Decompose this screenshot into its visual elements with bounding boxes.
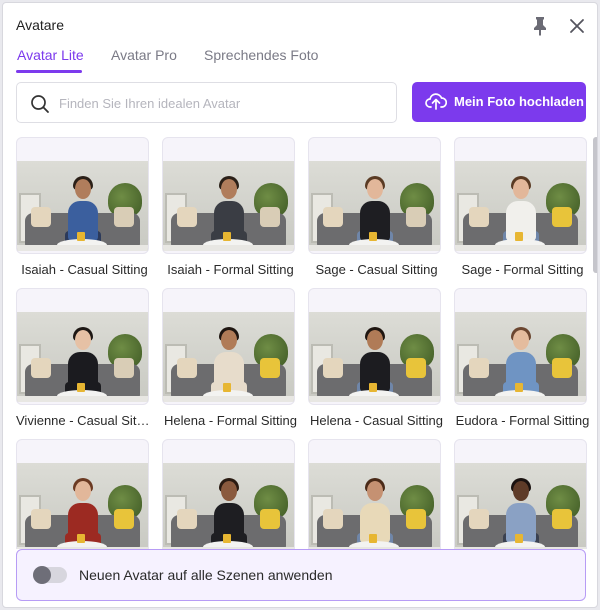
avatar-photo xyxy=(163,312,294,402)
avatar-photo xyxy=(17,463,148,549)
avatar-photo xyxy=(163,161,294,251)
scrollbar[interactable] xyxy=(593,135,597,549)
tab-avatar-pro[interactable]: Avatar Pro xyxy=(111,47,177,63)
avatar-thumbnail xyxy=(308,288,441,405)
avatar-photo xyxy=(455,463,586,549)
panel-header: Avatare xyxy=(3,3,597,47)
apply-all-scenes-toggle[interactable] xyxy=(33,566,67,584)
avatar-grid: Isaiah - Casual Sitting Isaiah - Formal S… xyxy=(3,135,593,549)
tab-sprechendes-foto[interactable]: Sprechendes Foto xyxy=(204,47,318,63)
upload-photo-button[interactable]: Mein Foto hochladen xyxy=(412,82,586,122)
avatar-card[interactable]: Vivienne - Casual Sitting xyxy=(16,288,162,428)
avatar-thumbnail xyxy=(454,137,587,254)
avatar-thumbnail xyxy=(308,439,441,549)
avatar-thumbnail xyxy=(454,439,587,549)
scrollbar-thumb[interactable] xyxy=(593,137,597,273)
avatar-photo xyxy=(455,161,586,251)
avatar-label: Helena - Formal Sitting xyxy=(164,413,297,428)
close-icon[interactable] xyxy=(568,17,586,35)
avatar-card[interactable]: Isaiah - Formal Sitting xyxy=(162,137,308,277)
avatar-thumbnail xyxy=(162,288,295,405)
toggle-knob xyxy=(33,566,51,584)
upload-photo-label: Mein Foto hochladen xyxy=(454,94,584,109)
avatar-thumbnail xyxy=(16,439,149,549)
avatar-label: Sage - Formal Sitting xyxy=(461,262,584,277)
avatar-photo xyxy=(17,312,148,402)
avatar-label: Isaiah - Formal Sitting xyxy=(167,262,294,277)
search-icon xyxy=(31,95,49,113)
active-tab-indicator xyxy=(16,70,82,73)
tab-avatar-lite[interactable]: Avatar Lite xyxy=(17,47,84,63)
avatar-card[interactable] xyxy=(16,439,162,549)
avatar-photo xyxy=(455,312,586,402)
search-box xyxy=(16,82,397,123)
avatar-card[interactable] xyxy=(454,439,593,549)
tab-bar: Avatar Lite Avatar Pro Sprechendes Foto xyxy=(3,43,597,73)
avatar-photo xyxy=(309,312,440,402)
avatar-card[interactable]: Sage - Formal Sitting xyxy=(454,137,593,277)
avatar-thumbnail xyxy=(454,288,587,405)
avatar-thumbnail xyxy=(16,288,149,405)
avatar-card[interactable]: Helena - Formal Sitting xyxy=(162,288,308,428)
search-input[interactable] xyxy=(59,91,379,115)
avatar-photo xyxy=(163,463,294,549)
avatar-photo xyxy=(309,161,440,251)
avatar-thumbnail xyxy=(308,137,441,254)
avatar-photo xyxy=(17,161,148,251)
avatar-card[interactable]: Isaiah - Casual Sitting xyxy=(16,137,162,277)
avatar-label: Isaiah - Casual Sitting xyxy=(21,262,148,277)
avatar-photo xyxy=(309,463,440,549)
panel-title: Avatare xyxy=(16,17,64,33)
avatar-card[interactable]: Eudora - Formal Sitting xyxy=(454,288,593,428)
cloud-upload-icon xyxy=(425,93,447,110)
avatar-thumbnail xyxy=(162,439,295,549)
avatar-label: Eudora - Formal Sitting xyxy=(455,413,590,428)
avatar-thumbnail xyxy=(16,137,149,254)
avatar-panel: Avatare Avatar Lite Avatar Pro Sprechend… xyxy=(2,2,598,608)
avatar-card[interactable] xyxy=(162,439,308,549)
apply-all-scenes-bar: Neuen Avatar auf alle Szenen anwenden xyxy=(16,549,586,601)
avatar-card[interactable]: Sage - Casual Sitting xyxy=(308,137,454,277)
apply-all-scenes-label: Neuen Avatar auf alle Szenen anwenden xyxy=(79,567,333,583)
avatar-card[interactable] xyxy=(308,439,454,549)
avatar-card[interactable]: Helena - Casual Sitting xyxy=(308,288,454,428)
avatar-label: Helena - Casual Sitting xyxy=(310,413,443,428)
avatar-thumbnail xyxy=(162,137,295,254)
avatar-label: Sage - Casual Sitting xyxy=(315,262,438,277)
pin-icon[interactable] xyxy=(531,16,549,36)
avatar-label: Vivienne - Casual Sitting xyxy=(16,413,153,428)
